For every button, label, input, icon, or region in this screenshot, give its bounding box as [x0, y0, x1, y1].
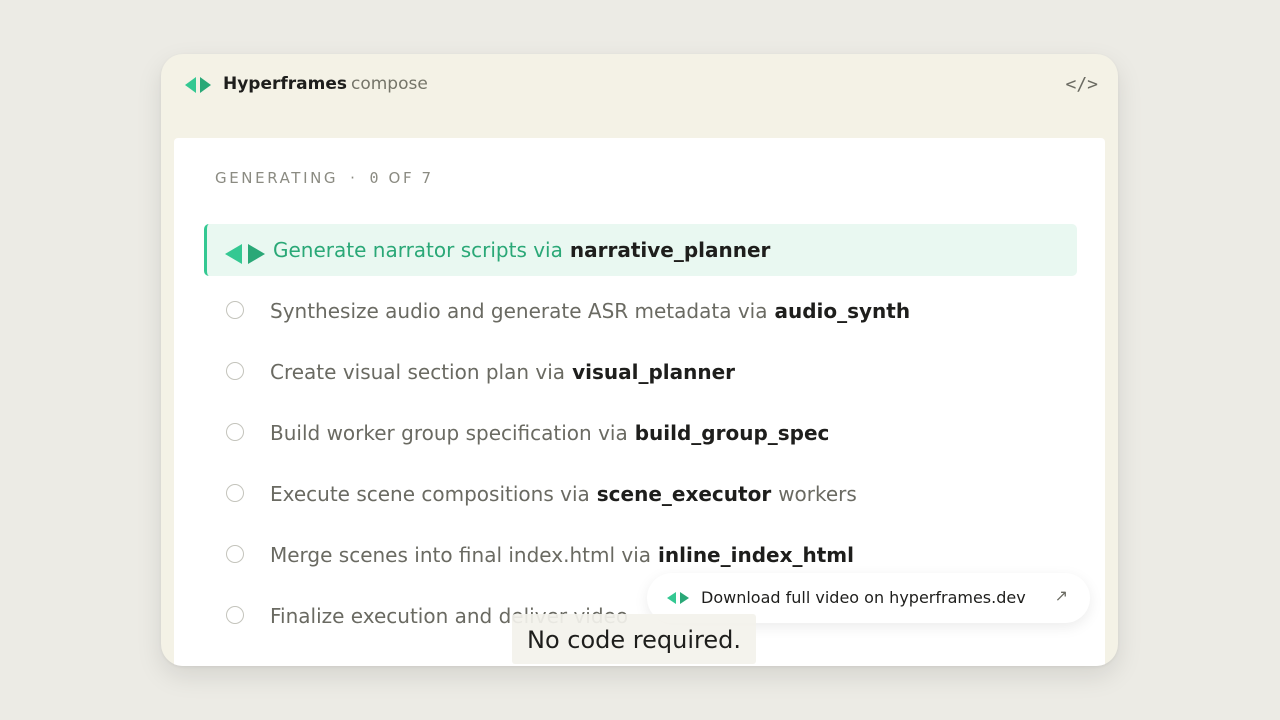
pending-circle-icon — [226, 484, 244, 502]
external-link-arrow-icon: ↗ — [1054, 586, 1068, 605]
step-text: Generate narrator scripts via — [273, 238, 563, 262]
progress-status: GENERATING · 0 OF 7 — [215, 169, 434, 187]
code-view-icon[interactable]: </> — [1065, 74, 1098, 95]
step-text: Execute scene compositions via — [270, 482, 590, 506]
step-text: Synthesize audio and generate ASR metada… — [270, 299, 768, 323]
step-text: Merge scenes into final index.html via — [270, 543, 652, 567]
pending-circle-icon — [226, 423, 244, 441]
pending-circle-icon — [226, 545, 244, 563]
hyperframes-logo-icon — [667, 592, 689, 604]
step-item: Create visual section plan via visual_pla… — [204, 346, 1074, 398]
step-tool-name: audio_synth — [774, 299, 911, 323]
app-window: Hyperframes compose </> GENERATING · 0 OF … — [161, 54, 1118, 666]
app-mode-label: compose — [351, 74, 428, 94]
status-current-count: 0 — [369, 169, 382, 187]
pending-circle-icon — [226, 301, 244, 319]
step-tool-name: build_group_spec — [634, 421, 830, 445]
header: Hyperframes compose </> — [161, 54, 1118, 118]
step-text: Build worker group specification via — [270, 421, 628, 445]
pending-circle-icon — [226, 362, 244, 380]
hyperframes-logo-icon — [185, 77, 211, 93]
step-suffix: workers — [778, 482, 857, 506]
status-total: OF 7 — [388, 169, 434, 187]
app-name: Hyperframes — [223, 74, 348, 94]
step-tool-name: inline_index_html — [658, 543, 854, 567]
step-item: Build worker group specification via buil… — [204, 407, 1074, 459]
pending-circle-icon — [226, 606, 244, 624]
step-tool-name: scene_executor — [596, 482, 772, 506]
status-label: GENERATING — [215, 169, 339, 187]
step-status-marker — [207, 224, 273, 276]
download-label: Download full video on hyperframes.dev — [701, 588, 1026, 607]
step-tool-name: narrative_planner — [569, 238, 771, 262]
step-text: Create visual section plan via — [270, 360, 566, 384]
step-item: Generate narrator scripts via narrative_p… — [204, 224, 1077, 276]
step-item: Synthesize audio and generate ASR metada… — [204, 285, 1074, 337]
step-item: Execute scene compositions via scene_exec… — [204, 468, 1074, 520]
step-tool-name: visual_planner — [572, 360, 736, 384]
active-step-logo-icon — [225, 244, 265, 264]
steps-panel: GENERATING · 0 OF 7 Generate narrator scri… — [174, 138, 1105, 666]
status-separator: · — [350, 169, 358, 187]
video-caption: No code required. — [512, 614, 756, 664]
